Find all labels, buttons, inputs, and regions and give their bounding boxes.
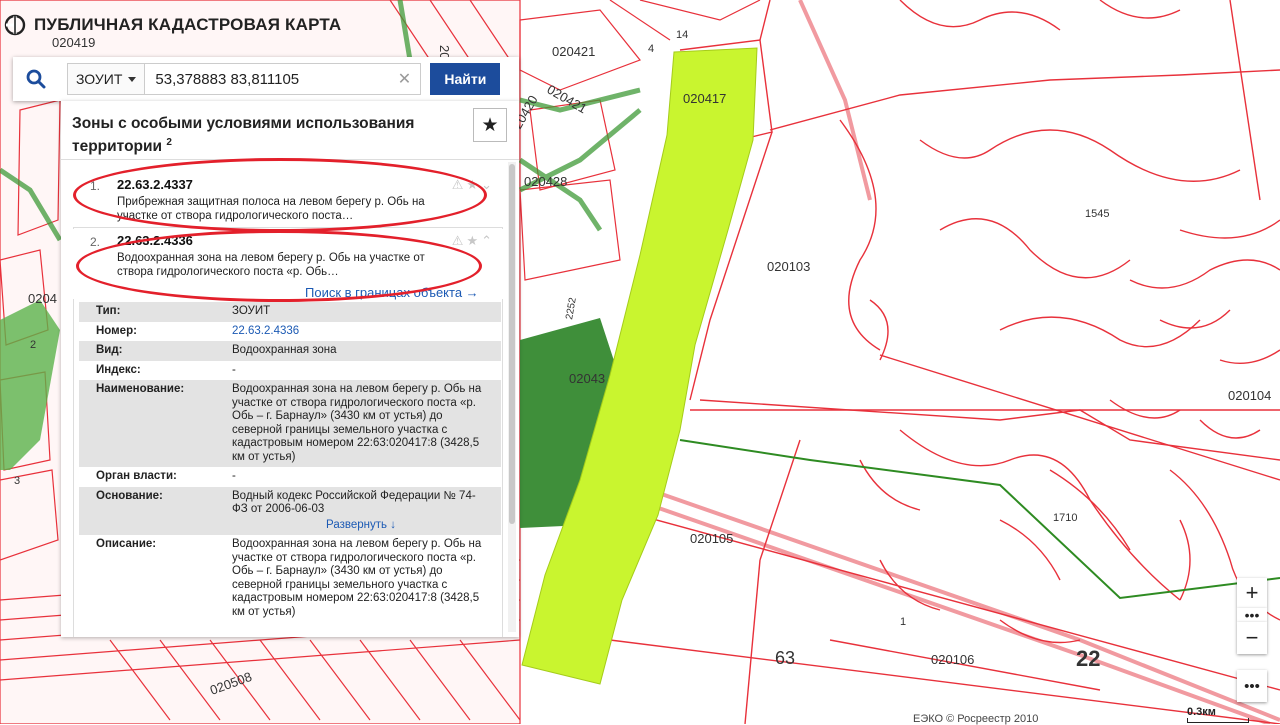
star-icon[interactable]: ★ (466, 177, 478, 193)
basis-text: Водный кодекс Российской Федерации № 74-… (232, 489, 476, 516)
panel-scrollbar[interactable] (508, 162, 516, 632)
property-value: Водоохранная зона на левом берегу р. Обь… (232, 538, 482, 618)
result-item-2[interactable]: 2. 22.63.2.4336 Водоохранная зона на лев… (61, 229, 506, 300)
chevron-down-icon[interactable]: ⌄ (481, 177, 492, 193)
map-label-1545: 1545 (1085, 208, 1109, 220)
property-row-number: Номер: 22.63.2.4336 (79, 322, 501, 342)
map-label-14: 14 (676, 29, 688, 41)
property-label: Орган власти: (96, 470, 177, 482)
map-label-1710: 1710 (1053, 512, 1077, 524)
close-icon: ✕ (397, 71, 412, 88)
result-number: 2. (90, 235, 101, 249)
property-row-kind: Вид: Водоохранная зона (79, 341, 501, 361)
map-label-4: 4 (648, 43, 654, 55)
property-row-authority: Орган власти: - (79, 467, 501, 487)
copyright-text: ЕЭКО © Росреестр 2010 (913, 713, 1039, 725)
clear-search-button[interactable]: ✕ (391, 63, 417, 95)
search-within-object-link[interactable]: Поиск в границах объекта → (305, 285, 479, 300)
property-row-name: Наименование: Водоохранная зона на левом… (79, 380, 501, 467)
result-actions: ⚠ ★ ⌄ (452, 177, 492, 193)
scrollbar-thumb[interactable] (509, 164, 515, 524)
map-label-020419: 020419 (52, 35, 95, 50)
map-label-0204: 0204 (28, 291, 57, 306)
map-label-1: 1 (900, 616, 906, 628)
result-actions: ⚠ ★ ⌃ (452, 233, 492, 249)
search-button[interactable] (13, 57, 59, 101)
app-title-text: ПУБЛИЧНАЯ КАДАСТРОВАЯ КАРТА (34, 15, 342, 34)
panel-title: Зоны с особыми условиями использования т… (72, 114, 442, 156)
property-label: Основание: (96, 489, 163, 502)
result-description: Прибрежная защитная полоса на левом бере… (117, 196, 425, 222)
search-input[interactable] (145, 63, 422, 95)
property-label: Номер: (96, 324, 137, 337)
map-label-020105: 020105 (690, 531, 733, 546)
map-label-020103: 020103 (767, 259, 810, 274)
property-row-index: Индекс: - (79, 361, 501, 381)
property-value: ЗОУИТ (232, 305, 271, 317)
expand-link[interactable]: Развернуть ↓ (232, 519, 490, 533)
scale-label: 0.3км (1187, 706, 1216, 718)
panel-title-text: Зоны с особыми условиями использования т… (72, 115, 415, 156)
favorite-button[interactable]: ★ (473, 108, 507, 142)
zoom-out-button[interactable]: − (1237, 622, 1267, 654)
zoom-levels-button[interactable]: ••• (1237, 608, 1267, 622)
map-label-02043: 02043 (569, 371, 605, 386)
result-description: Водоохранная зона на левом берегу р. Обь… (117, 252, 425, 278)
property-label: Наименование: (96, 383, 185, 395)
result-number: 1. (90, 179, 101, 193)
panel-title-count: 2 (166, 137, 172, 148)
property-row-basis: Основание: Водный кодекс Российской Феде… (79, 486, 501, 535)
scale-bar (1187, 718, 1249, 723)
property-row-description: Описание: Водоохранная зона на левом бер… (79, 535, 501, 622)
layer-dropdown[interactable]: ЗОУИТ (67, 63, 146, 95)
map-label-020104: 020104 (1228, 388, 1271, 403)
property-value: - (232, 470, 236, 482)
property-label: Описание: (96, 538, 157, 550)
property-label: Тип: (96, 305, 121, 317)
property-value-link[interactable]: 22.63.2.4336 (232, 325, 490, 339)
map-label-2: 2 (30, 339, 36, 351)
property-value: Водный кодекс Российской Федерации № 74-… (232, 490, 490, 533)
warning-icon[interactable]: ⚠ (452, 233, 464, 249)
chevron-up-icon[interactable]: ⌃ (481, 233, 492, 249)
map-label-3: 3 (14, 475, 20, 487)
find-button[interactable]: Найти (430, 63, 501, 95)
property-label: Индекс: (96, 363, 141, 376)
map-label-020106: 020106 (931, 652, 974, 667)
result-item-1[interactable]: 1. 22.63.2.4337 Прибрежная защитная поло… (61, 173, 506, 225)
app-logo-icon (4, 14, 26, 36)
map-label-020417: 020417 (683, 91, 726, 106)
map-label-63: 63 (775, 648, 795, 668)
warning-icon[interactable]: ⚠ (452, 177, 464, 193)
property-value: Водоохранная зона на левом берегу р. Обь… (232, 383, 482, 463)
property-value: Водоохранная зона (232, 344, 337, 356)
chevron-down-icon (128, 76, 137, 82)
properties-table: Тип: ЗОУИТ Номер: 22.63.2.4336 Вид: Водо… (79, 302, 501, 622)
layer-dropdown-value: ЗОУИТ (76, 71, 123, 87)
more-tools-button[interactable]: ••• (1237, 670, 1267, 702)
property-row-type: Тип: ЗОУИТ (79, 302, 501, 322)
result-id[interactable]: 22.63.2.4337 (117, 177, 193, 192)
result-id[interactable]: 22.63.2.4336 (117, 233, 193, 248)
map-label-020428: 020428 (524, 174, 567, 189)
search-bar: ЗОУИТ ✕ Найти (13, 57, 519, 101)
panel-header: Зоны с особыми условиями использования т… (61, 101, 519, 160)
results-panel: Зоны с особыми условиями использования т… (61, 101, 519, 637)
star-icon[interactable]: ★ (466, 233, 478, 249)
property-label: Вид: (96, 344, 123, 356)
star-icon: ★ (481, 114, 499, 136)
app-title: ПУБЛИЧНАЯ КАДАСТРОВАЯ КАРТА (4, 14, 341, 36)
map-label-22: 22 (1076, 646, 1100, 671)
search-icon (26, 69, 46, 89)
property-value: - (232, 363, 236, 376)
zoom-in-button[interactable]: + (1237, 578, 1267, 608)
map-label-020421: 020421 (552, 44, 595, 59)
